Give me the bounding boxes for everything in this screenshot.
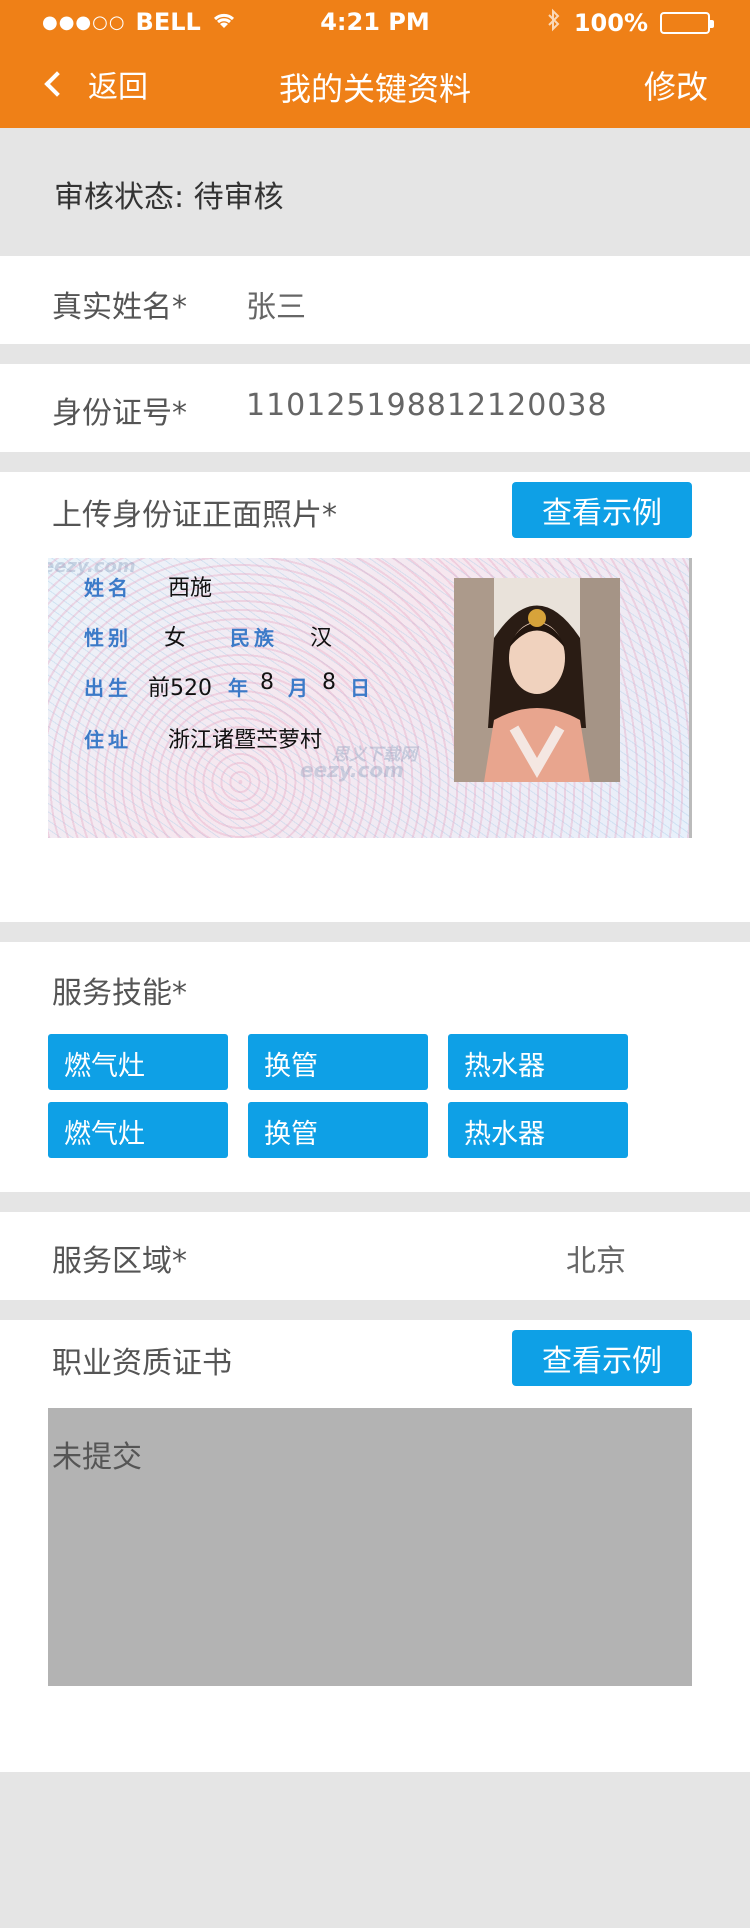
skills-section: 服务技能* 燃气灶 换管 热水器 燃气灶 换管 热水器: [0, 942, 750, 1192]
id-card-image[interactable]: eezy.com 姓名 西施 性别 女 民族 汉 出生 前520 年 8 月 8…: [48, 558, 692, 838]
service-area-label: 服务区域*: [52, 1244, 187, 1279]
skill-tag[interactable]: 热水器: [448, 1102, 628, 1158]
card-year-char: 年: [228, 676, 248, 700]
skill-tag[interactable]: 换管: [248, 1034, 428, 1090]
card-birth-year: 前520: [148, 676, 212, 701]
certificate-label: 职业资质证书: [52, 1346, 232, 1381]
skill-tag[interactable]: 燃气灶: [48, 1102, 228, 1158]
card-birth-label: 出生: [84, 676, 132, 700]
name-row: 真实姓名* 张三: [0, 256, 750, 344]
battery-icon: [660, 12, 714, 34]
skill-tag[interactable]: 换管: [248, 1102, 428, 1158]
card-ethnicity-label: 民族: [230, 626, 278, 650]
card-name-value: 西施: [168, 576, 213, 601]
review-status-value: 待审核: [193, 180, 284, 215]
id-example-button[interactable]: 查看示例: [512, 482, 692, 538]
page-title: 我的关键资料: [278, 70, 471, 108]
card-name-label: 姓名: [84, 576, 132, 600]
edit-button[interactable]: 修改: [644, 62, 708, 108]
status-right: 100%: [546, 8, 714, 38]
review-status-label: 审核状态:: [54, 180, 185, 215]
skills-label: 服务技能*: [52, 976, 187, 1011]
status-bar: ●●●○○ BELL 4:21 PM 100%: [0, 0, 750, 44]
certificate-example-button[interactable]: 查看示例: [512, 1330, 692, 1386]
id-upload-label: 上传身份证正面照片*: [52, 498, 337, 533]
id-photo: [454, 578, 620, 782]
id-number-row: 身份证号* 110125198812120038: [0, 364, 750, 452]
card-day-char: 日: [350, 676, 370, 700]
bluetooth-icon: [546, 8, 562, 38]
certificate-upload-area[interactable]: 未提交: [48, 1408, 692, 1686]
nav-bar: 返回 我的关键资料 修改: [0, 44, 750, 128]
skill-tag[interactable]: 热水器: [448, 1034, 628, 1090]
card-month-char: 月: [288, 676, 308, 700]
card-address-value: 浙江诸暨苎萝村: [168, 728, 323, 753]
id-number-label: 身份证号*: [52, 396, 187, 431]
card-ethnicity-value: 汉: [310, 626, 333, 651]
service-area-value: 北京: [566, 1244, 626, 1279]
battery-percent: 100%: [573, 9, 648, 37]
skill-tag[interactable]: 燃气灶: [48, 1034, 228, 1090]
card-gender-value: 女: [164, 626, 187, 651]
watermark-en: eezy.com: [300, 758, 405, 782]
card-address-label: 住址: [84, 728, 132, 752]
app-header: ●●●○○ BELL 4:21 PM 100% 返回 我的关键资料 修改: [0, 0, 750, 128]
certificate-status: 未提交: [52, 1440, 142, 1475]
service-area-row[interactable]: 服务区域* 北京: [0, 1212, 750, 1300]
name-label: 真实姓名*: [52, 290, 187, 325]
card-birth-month: 8: [260, 670, 274, 695]
card-gender-label: 性别: [84, 626, 132, 650]
card-birth-day: 8: [322, 670, 336, 695]
review-status: 审核状态: 待审核: [0, 128, 750, 254]
name-value: 张三: [246, 290, 306, 325]
id-number-value: 110125198812120038: [246, 388, 608, 423]
